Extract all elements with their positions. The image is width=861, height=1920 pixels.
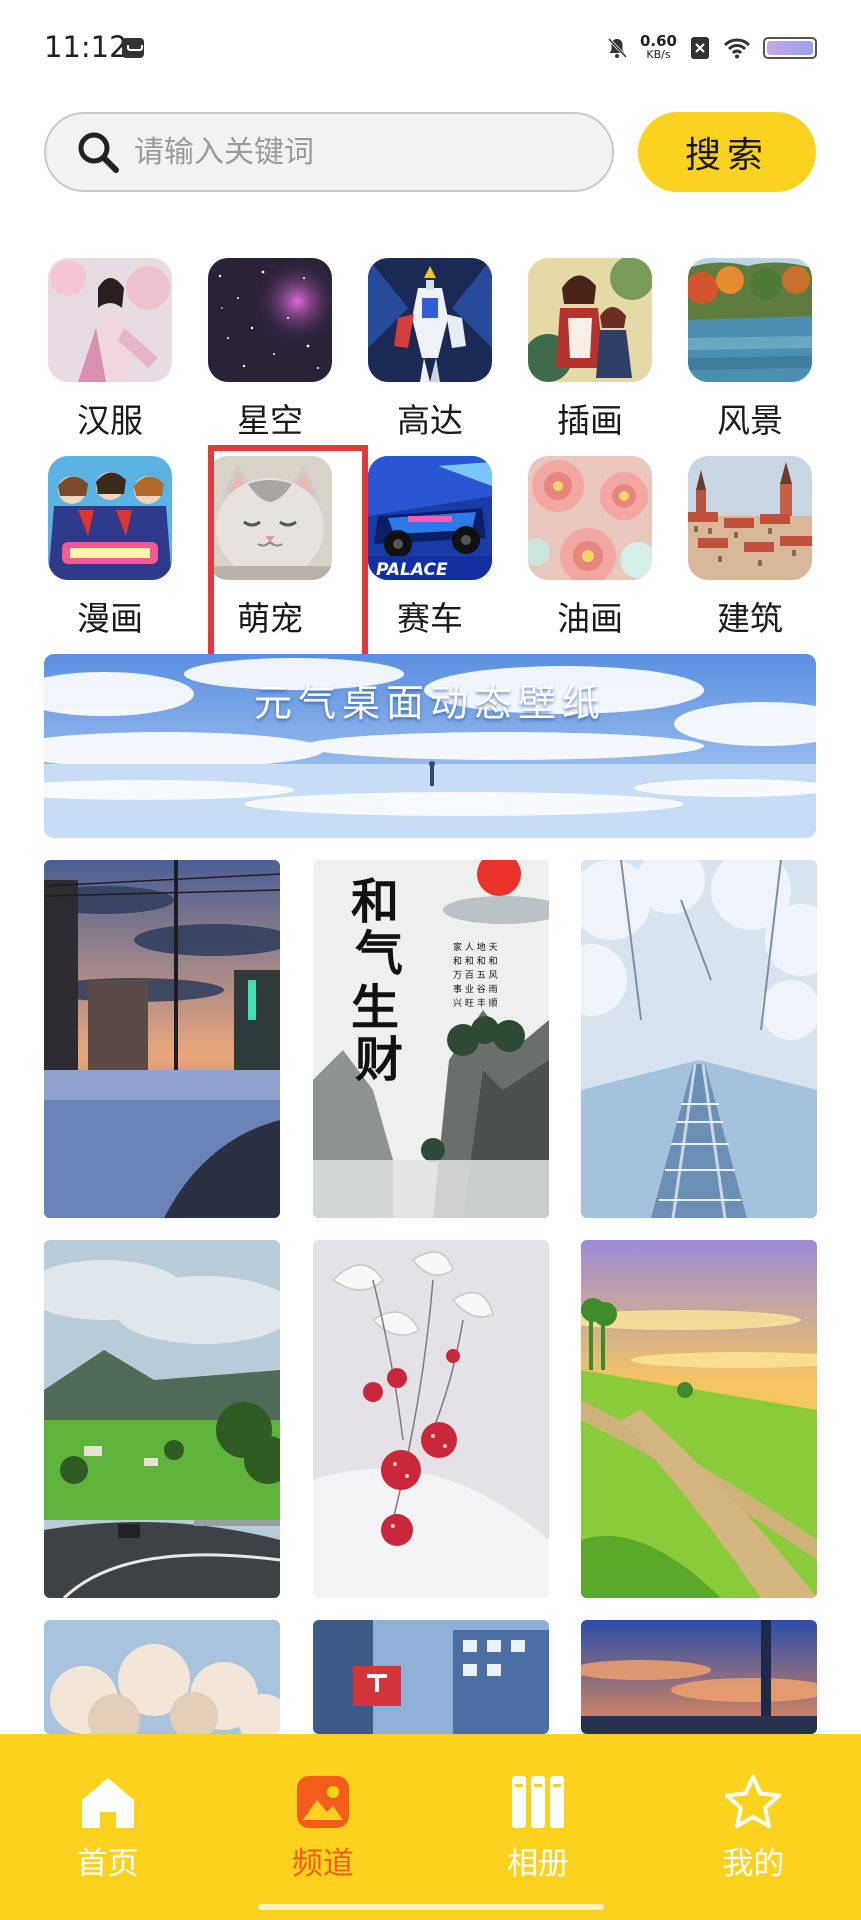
nav-label: 首页 [76, 1846, 139, 1882]
nav-mine[interactable]: 我的 [646, 1734, 861, 1920]
category-illustration[interactable]: 插画 [524, 258, 656, 448]
wallpaper-image [313, 1240, 549, 1598]
net-speed-value: 0.60 [639, 32, 677, 50]
nav-label: 相册 [507, 1846, 570, 1882]
wallpaper-dusk-sky[interactable] [581, 1620, 817, 1734]
wallpaper-clouds[interactable] [44, 1620, 280, 1734]
category-racing-thumbnail: PALACE [368, 456, 492, 580]
nav-label: 我的 [722, 1846, 785, 1882]
banner-title: 元气桌面动态壁纸 [253, 681, 606, 725]
svg-text:兴 旺 丰 顺: 兴 旺 丰 顺 [453, 997, 498, 1009]
category-label: 建筑 [717, 599, 783, 638]
wallpaper-image [581, 1240, 817, 1598]
highlight-box [208, 445, 368, 665]
svg-text:和 和 和 和: 和 和 和 和 [453, 956, 498, 967]
calligraphy-char-4: 财 [355, 1032, 404, 1088]
live-wallpaper-banner[interactable]: 元气桌面动态壁纸 [44, 654, 816, 838]
wallpaper-image [44, 860, 280, 1218]
category-architecture-thumbnail [688, 456, 812, 580]
wallpaper-image [581, 860, 817, 1218]
search-input[interactable] [134, 134, 574, 170]
category-gundam-thumbnail [368, 258, 492, 382]
wallpaper-image [313, 1620, 549, 1734]
category-gundam[interactable]: 高达 [364, 258, 496, 448]
wallpaper-snowy-railway[interactable] [581, 860, 817, 1218]
category-scenery-thumbnail [688, 258, 812, 382]
category-architecture[interactable]: 建筑 [684, 456, 816, 646]
nav-album[interactable]: 相册 [431, 1734, 646, 1920]
wallpaper-image [44, 1620, 280, 1734]
category-starry-sky[interactable]: 星空 [204, 258, 336, 448]
category-label: 风景 [717, 401, 783, 440]
svg-text:万 百 五 风: 万 百 五 风 [453, 970, 498, 981]
search-icon [78, 132, 119, 173]
category-illustration-thumbnail [528, 258, 652, 382]
status-bar: 11:12 0.60 KB/s [0, 0, 861, 100]
category-racing[interactable]: PALACE 赛车 [364, 456, 496, 646]
category-label: 插画 [557, 401, 623, 440]
network-speed: 0.60 KB/s [640, 34, 677, 62]
status-icons: 0.60 KB/s [606, 34, 817, 62]
nav-label: 频道 [291, 1846, 354, 1882]
category-comics-thumbnail [48, 456, 172, 580]
home-indicator[interactable] [258, 1904, 604, 1910]
category-label: 高达 [397, 401, 463, 440]
mute-bell-icon [606, 37, 628, 59]
category-label: 星空 [237, 401, 303, 440]
wallpaper-image: 家 人 地 天 和 和 和 和 万 百 五 风 事 业 谷 雨 兴 旺 丰 顺 [313, 860, 549, 1218]
status-time: 11:12 [44, 30, 128, 64]
category-label: 汉服 [77, 401, 143, 440]
wallpaper-strawberries[interactable] [313, 1240, 549, 1598]
category-label: 漫画 [77, 599, 143, 638]
category-oil-painting-thumbnail [528, 456, 652, 580]
category-comics[interactable]: 漫画 [44, 456, 176, 646]
no-sim-icon [689, 37, 711, 59]
category-label: 油画 [557, 599, 623, 638]
wallpaper-sunset-meadow[interactable] [581, 1240, 817, 1598]
category-hanfu[interactable]: 汉服 [44, 258, 176, 448]
wallpaper-city-street[interactable] [313, 1620, 549, 1734]
message-notification-icon [122, 38, 144, 58]
category-scenery[interactable]: 风景 [684, 258, 816, 448]
category-hanfu-thumbnail [48, 258, 172, 382]
category-label: 赛车 [397, 599, 463, 638]
image-icon [296, 1776, 349, 1828]
search-bar[interactable] [44, 112, 614, 192]
net-speed-unit: KB/s [646, 48, 671, 61]
nav-home[interactable]: 首页 [0, 1734, 215, 1920]
wallpaper-calligraphy[interactable]: 家 人 地 天 和 和 和 和 万 百 五 风 事 业 谷 雨 兴 旺 丰 顺 … [313, 860, 549, 1218]
star-icon [725, 1775, 782, 1828]
wallpaper-image [581, 1620, 817, 1734]
svg-text:家 人 地 天: 家 人 地 天 [453, 941, 498, 953]
wifi-icon [723, 37, 751, 59]
nav-channel[interactable]: 频道 [215, 1734, 430, 1920]
wallpaper-image [44, 1240, 280, 1598]
search-button[interactable]: 搜索 [638, 112, 816, 192]
racing-badge-text: PALACE [376, 560, 448, 580]
battery-icon [763, 37, 817, 59]
svg-text:事 业 谷 雨: 事 业 谷 雨 [453, 983, 498, 995]
wallpaper-anime-street[interactable] [44, 860, 280, 1218]
bottom-nav: 首页 频道 相册 我的 [0, 1734, 861, 1920]
category-starry-sky-thumbnail [208, 258, 332, 382]
category-oil-painting[interactable]: 油画 [524, 456, 656, 646]
home-icon [81, 1778, 134, 1828]
album-icon [512, 1776, 565, 1828]
wallpaper-mountain-road[interactable] [44, 1240, 280, 1598]
